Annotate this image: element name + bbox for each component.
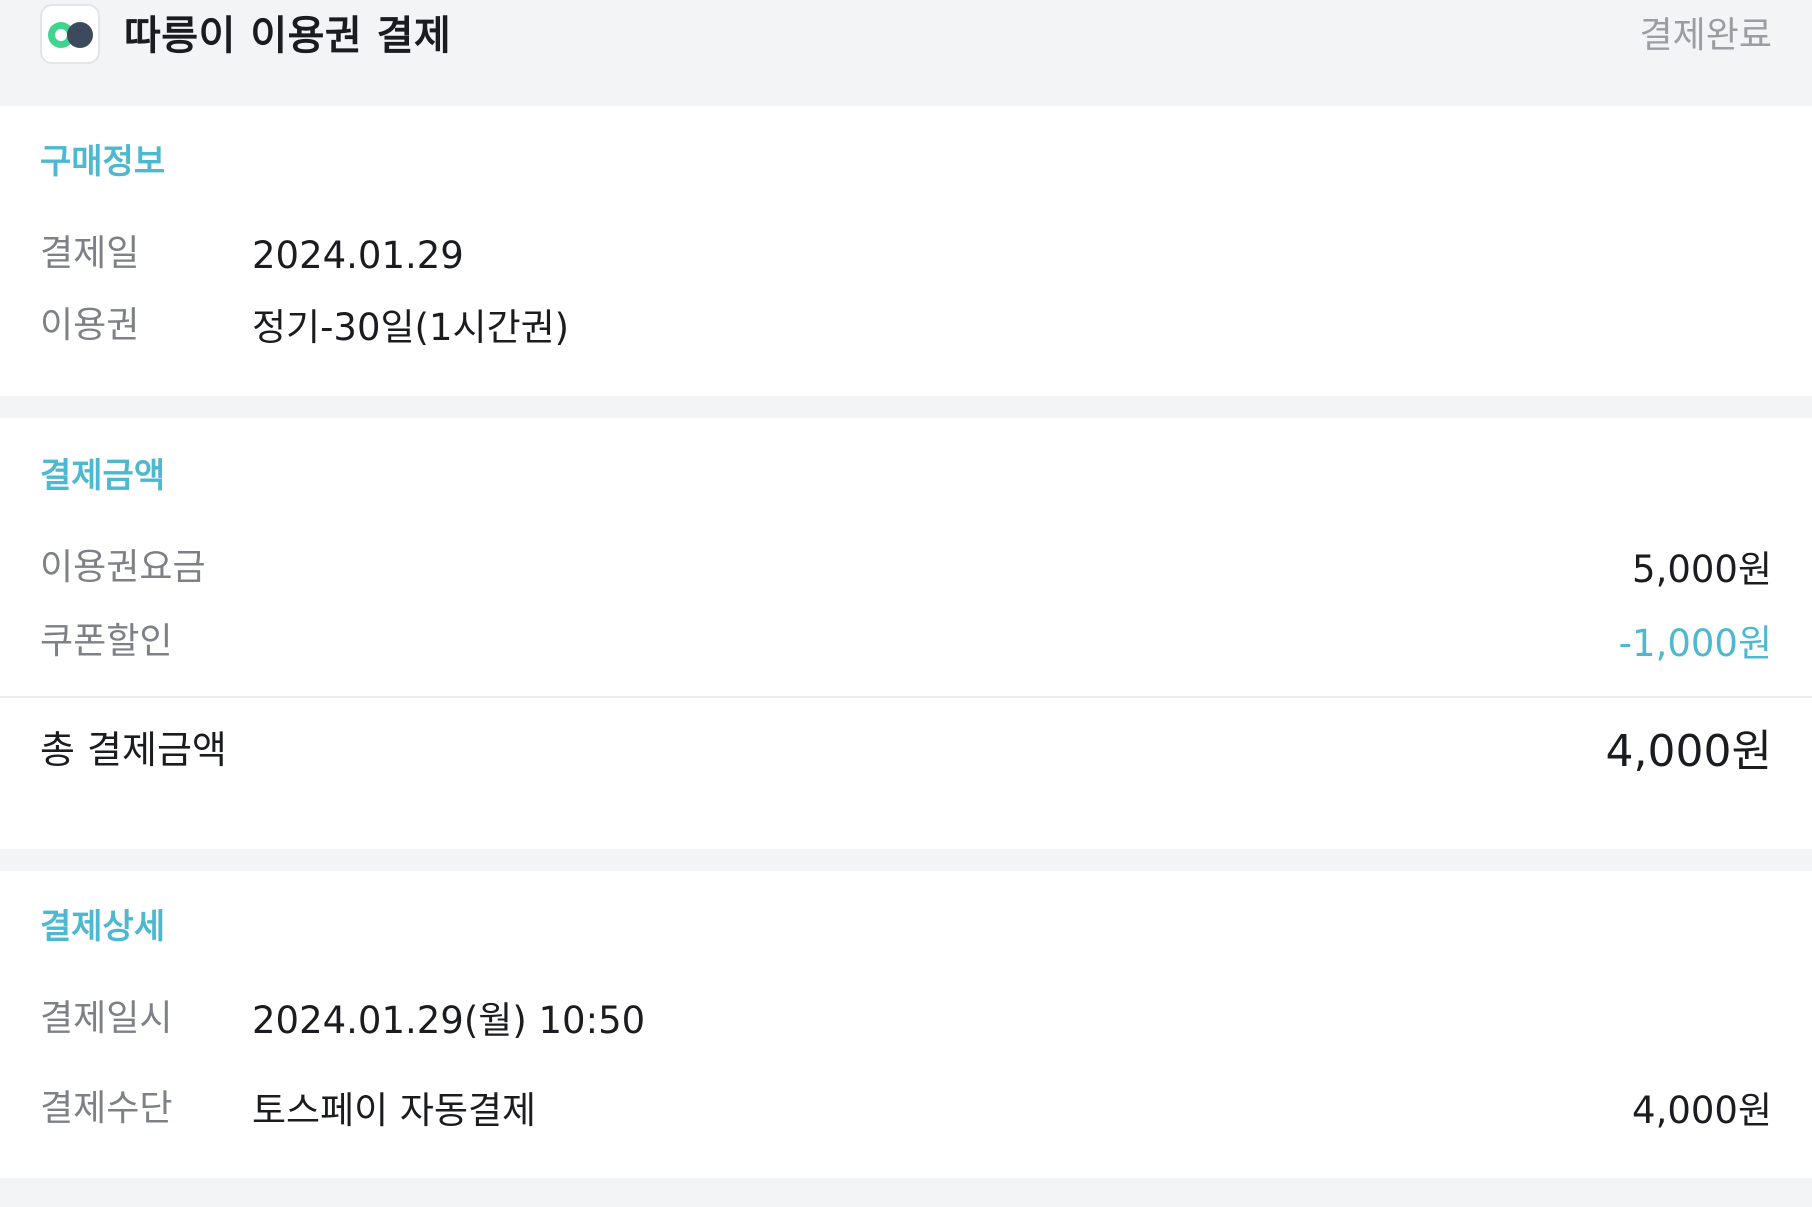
pass-label: 이용권	[40, 305, 140, 346]
total-amount-label: 총 결제금액	[40, 728, 227, 772]
payment-method-amount: 4,000원	[1632, 1089, 1772, 1132]
payment-date-label: 결제일	[40, 233, 140, 274]
payment-method-value: 토스페이 자동결제	[252, 1089, 537, 1132]
amount-divider	[0, 696, 1812, 698]
payment-detail-section: 결제상세 결제일시 2024.01.29(월) 10:50 결제수단 토스페이 …	[0, 871, 1812, 1178]
payment-amount-section: 결제금액 이용권요금 5,000원 쿠폰할인 -1,000원 총 결제금액 4,…	[0, 418, 1812, 849]
ttareungi-logo-icon	[40, 4, 100, 64]
pass-fee-label: 이용권요금	[40, 547, 206, 588]
header: 따릉이 이용권 결제 결제완료	[0, 0, 1812, 106]
payment-status-label: 결제완료	[1639, 15, 1772, 56]
payment-amount-title: 결제금액	[40, 456, 166, 496]
payment-datetime-label: 결제일시	[40, 998, 173, 1039]
page-title: 따릉이 이용권 결제	[124, 13, 452, 59]
payment-datetime-value: 2024.01.29(월) 10:50	[252, 999, 646, 1042]
coupon-discount-label: 쿠폰할인	[40, 621, 173, 662]
payment-method-label: 결제수단	[40, 1088, 173, 1129]
payment-detail-title: 결제상세	[40, 907, 166, 947]
pass-value: 정기-30일(1시간권)	[252, 306, 570, 349]
coupon-discount-value: -1,000원	[1618, 622, 1772, 665]
pass-fee-value: 5,000원	[1632, 548, 1772, 591]
payment-receipt-page: 따릉이 이용권 결제 결제완료 구매정보 결제일 2024.01.29 이용권 …	[0, 0, 1812, 1207]
payment-date-value: 2024.01.29	[252, 234, 464, 277]
logo-dark-dot	[67, 22, 93, 48]
total-amount-value: 4,000원	[1605, 726, 1772, 777]
purchase-info-section: 구매정보 결제일 2024.01.29 이용권 정기-30일(1시간권)	[0, 106, 1812, 396]
purchase-info-title: 구매정보	[40, 142, 166, 182]
